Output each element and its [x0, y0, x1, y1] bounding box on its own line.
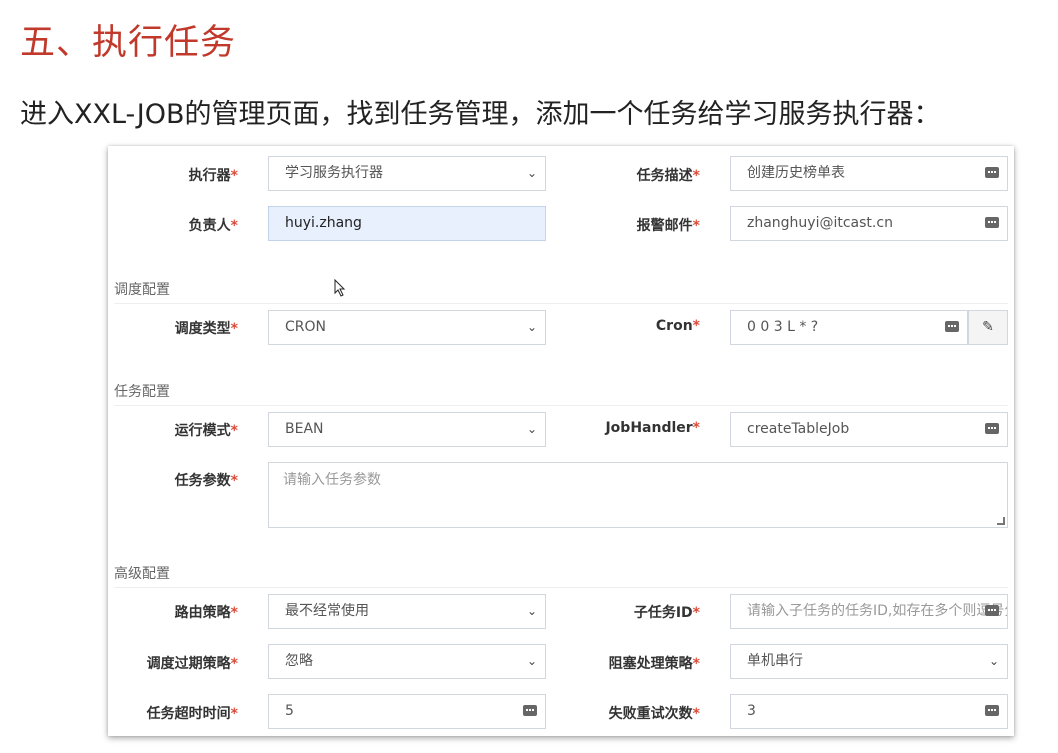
executor-select[interactable]: 学习服务执行器 ⌄ — [268, 156, 546, 191]
route-strategy-select[interactable]: 最不经常使用 ⌄ — [268, 594, 546, 629]
keyboard-icon — [985, 217, 999, 228]
schedule-type-select[interactable]: CRON ⌄ — [268, 310, 546, 345]
executor-label: 执行器* — [188, 168, 238, 184]
keyboard-icon — [985, 705, 999, 716]
misfire-strategy-label: 调度过期策略* — [146, 656, 238, 672]
section-job: 任务配置 — [114, 381, 1008, 406]
route-strategy-label: 路由策略* — [174, 605, 238, 621]
job-desc-label: 任务描述* — [636, 168, 700, 184]
add-job-form: 执行器* 学习服务执行器 ⌄ 任务描述* 创建历史榜单表 负责人* huyi.zh… — [108, 146, 1014, 736]
cron-label: Cron* — [655, 318, 700, 334]
cron-edit-button[interactable]: ✎ — [968, 310, 1008, 345]
page-heading: 五、执行任务 — [20, 23, 237, 63]
timeout-input[interactable]: 5 — [268, 694, 546, 729]
chevron-down-icon: ⌄ — [988, 654, 999, 668]
keyboard-icon — [985, 167, 999, 178]
section-schedule: 调度配置 — [114, 279, 1008, 304]
block-strategy-select[interactable]: 单机串行 ⌄ — [730, 644, 1008, 679]
child-job-input[interactable]: 请输入子任务的任务ID,如存在多个则逗号分隔 — [730, 594, 1008, 629]
misfire-strategy-select[interactable]: 忽略 ⌄ — [268, 644, 546, 679]
keyboard-icon — [945, 321, 959, 332]
fail-retry-input[interactable]: 3 — [730, 694, 1008, 729]
keyboard-icon — [985, 423, 999, 434]
author-input[interactable]: huyi.zhang — [268, 206, 546, 241]
block-strategy-label: 阻塞处理策略* — [608, 656, 700, 672]
timeout-label: 任务超时时间* — [146, 706, 238, 722]
job-handler-input[interactable]: createTableJob — [730, 412, 1008, 447]
job-param-textarea[interactable]: 请输入任务参数 — [268, 462, 1008, 528]
fail-retry-label: 失败重试次数* — [608, 706, 700, 722]
alarm-email-input[interactable]: zhanghuyi@itcast.cn — [730, 206, 1008, 241]
schedule-type-label: 调度类型* — [174, 321, 238, 337]
child-job-label: 子任务ID* — [633, 605, 700, 621]
section-advanced: 高级配置 — [114, 563, 1008, 588]
keyboard-icon — [985, 605, 999, 616]
author-label: 负责人* — [188, 218, 238, 234]
job-param-label: 任务参数* — [174, 473, 238, 489]
intro-text: 进入XXL-JOB的管理页面，找到任务管理，添加一个任务给学习服务执行器： — [20, 99, 941, 130]
alarm-email-label: 报警邮件* — [636, 218, 700, 234]
resize-grip-icon[interactable] — [997, 517, 1005, 525]
edit-icon: ✎ — [982, 319, 994, 335]
glue-type-select[interactable]: BEAN ⌄ — [268, 412, 546, 447]
glue-type-label: 运行模式* — [174, 423, 238, 439]
cron-input[interactable]: 0 0 3 L * ? — [730, 310, 968, 345]
job-handler-label: JobHandler* — [605, 420, 700, 436]
mouse-cursor-icon — [334, 279, 346, 297]
job-desc-input[interactable]: 创建历史榜单表 — [730, 156, 1008, 191]
